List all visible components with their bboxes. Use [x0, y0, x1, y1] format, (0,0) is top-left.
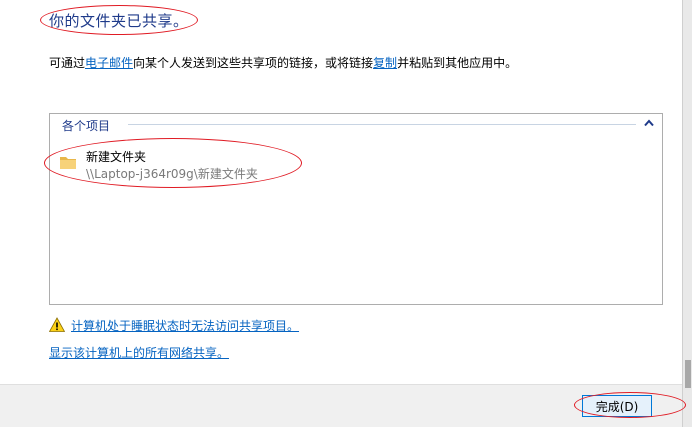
sleep-warning-link[interactable]: 计算机处于睡眠状态时无法访问共享项目。 — [71, 317, 299, 334]
show-network-shares-link[interactable]: 显示该计算机上的所有网络共享。 — [49, 346, 229, 360]
copy-link[interactable]: 复制 — [373, 56, 397, 70]
scrollbar-thumb[interactable] — [685, 360, 691, 388]
share-description: 可通过电子邮件向某个人发送到这些共享项的链接，或将链接复制并粘贴到其他应用中。 — [49, 54, 517, 71]
sleep-warning: 计算机处于睡眠状态时无法访问共享项目。 — [49, 316, 299, 334]
items-header-divider — [128, 124, 636, 125]
dialog-footer: 完成(D) — [0, 384, 682, 427]
list-item[interactable]: 新建文件夹 \\Laptop-j364r09g\新建文件夹 — [58, 148, 318, 188]
share-dialog-content: 你的文件夹已共享。 可通过电子邮件向某个人发送到这些共享项的链接，或将链接复制并… — [0, 0, 682, 384]
desc-suffix: 并粘贴到其他应用中。 — [397, 56, 518, 70]
folder-network-path: \\Laptop-j364r09g\新建文件夹 — [86, 167, 258, 181]
right-scrollbar[interactable] — [682, 0, 692, 427]
items-header-label: 各个项目 — [62, 119, 111, 133]
desc-prefix: 可通过 — [49, 56, 86, 70]
folder-icon — [60, 157, 76, 169]
chevron-up-icon[interactable] — [642, 116, 656, 130]
items-header: 各个项目 — [50, 114, 662, 134]
desc-middle: 向某个人发送到这些共享项的链接，或将链接 — [133, 56, 374, 70]
folder-name: 新建文件夹 — [86, 150, 147, 164]
show-shares-row: 显示该计算机上的所有网络共享。 — [49, 344, 229, 361]
shared-items-panel: 各个项目 新建文件夹 \\Laptop-j364r09g\新建文件夹 — [49, 113, 663, 305]
email-link[interactable]: 电子邮件 — [85, 56, 133, 70]
done-button[interactable]: 完成(D) — [582, 395, 652, 417]
page-title: 你的文件夹已共享。 — [49, 12, 189, 30]
warning-icon — [49, 317, 65, 332]
